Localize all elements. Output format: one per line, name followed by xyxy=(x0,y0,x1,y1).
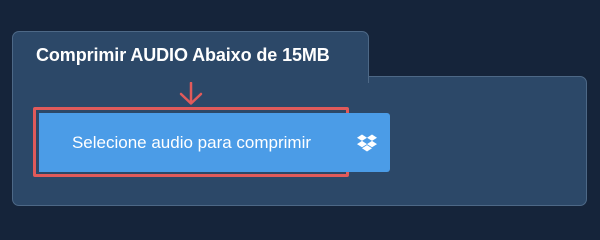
arrow-down-icon xyxy=(179,82,203,105)
dropbox-button[interactable] xyxy=(344,113,390,172)
select-audio-button[interactable]: Selecione audio para comprimir xyxy=(39,113,344,172)
tab-title: Comprimir AUDIO Abaixo de 15MB xyxy=(36,45,330,65)
compress-audio-tab: Comprimir AUDIO Abaixo de 15MB xyxy=(12,31,369,83)
dropbox-icon xyxy=(357,134,377,151)
select-audio-label: Selecione audio para comprimir xyxy=(71,132,312,152)
